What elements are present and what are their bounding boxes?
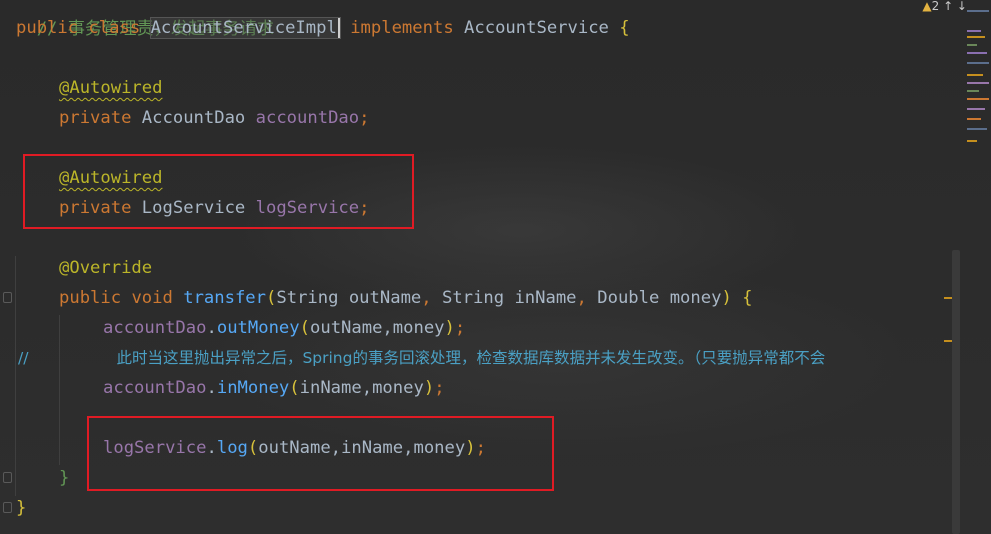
indent-guide bbox=[15, 256, 16, 496]
warning-icon: ▲ bbox=[922, 0, 932, 13]
indent-guide bbox=[59, 315, 60, 465]
fold-icon[interactable] bbox=[3, 502, 12, 513]
keyword: implements bbox=[350, 18, 454, 38]
navigate-arrows[interactable]: ↑ ↓ bbox=[943, 0, 967, 13]
keyword: class bbox=[88, 18, 141, 38]
highlight-box-logservice-field bbox=[23, 154, 414, 229]
stripe-mark bbox=[967, 118, 981, 120]
interface-name: AccountService bbox=[464, 18, 609, 38]
semicolon: ; bbox=[359, 108, 370, 128]
code-line-method-decl[interactable]: public void transfer(String outName, Str… bbox=[59, 283, 753, 313]
code-line-field-accountdao[interactable]: private AccountDao accountDao; bbox=[59, 103, 369, 133]
highlight-box-log-call bbox=[87, 416, 554, 491]
param-name: outName bbox=[348, 288, 422, 308]
editor-scrollbar[interactable] bbox=[952, 250, 960, 534]
stripe-mark bbox=[967, 30, 981, 32]
code-line-comment[interactable]: // 此时当这里抛出异常之后，Spring的事务回滚处理，检查数据库数据并未发生改… bbox=[18, 343, 963, 373]
keyword: public bbox=[59, 288, 122, 308]
fold-icon[interactable] bbox=[3, 292, 12, 303]
code-line-autowired-1[interactable]: @Autowired bbox=[59, 73, 162, 103]
code-line-override[interactable]: @Override bbox=[59, 253, 152, 283]
keyword: private bbox=[59, 108, 132, 128]
brace: } bbox=[59, 468, 70, 488]
stripe-mark bbox=[967, 74, 983, 76]
paren: ) bbox=[721, 288, 732, 308]
stripe-mark bbox=[967, 128, 987, 130]
stripe-mark bbox=[967, 90, 979, 92]
stripe-mark bbox=[967, 108, 985, 110]
stripe-mark bbox=[967, 36, 985, 38]
type-name: AccountDao bbox=[141, 108, 246, 128]
code-line-outmoney[interactable]: accountDao.outMoney(outName,money); bbox=[103, 313, 465, 343]
stripe-mark bbox=[967, 140, 977, 142]
call-args: outName,money bbox=[310, 318, 445, 338]
param-type: String bbox=[441, 288, 505, 308]
stripe-mark bbox=[967, 10, 989, 12]
field-ref: accountDao bbox=[103, 378, 207, 398]
class-name[interactable]: AccountServiceImpl bbox=[149, 17, 341, 39]
comment-prefix: // bbox=[18, 349, 29, 367]
brace: } bbox=[16, 498, 27, 518]
annotation: @Override bbox=[59, 258, 153, 278]
method-call: outMoney bbox=[216, 318, 300, 338]
stripe-mark bbox=[967, 82, 989, 84]
inspection-widget[interactable]: ▲2 ↑ ↓ bbox=[922, 0, 967, 14]
param-type: Double bbox=[597, 288, 660, 308]
call-args: inName,money bbox=[299, 378, 424, 398]
class-name-text: AccountServiceImpl bbox=[150, 18, 337, 38]
method-name: transfer bbox=[183, 288, 267, 308]
text-caret bbox=[337, 18, 340, 38]
code-line-comment-top[interactable]: // 事务管理责，发起事务请求 bbox=[16, 0, 274, 39]
brace: { bbox=[619, 18, 630, 38]
code-line-close-method[interactable]: } bbox=[59, 463, 69, 493]
stripe-mark bbox=[967, 44, 977, 46]
code-line-class-decl[interactable]: public class AccountServiceImpl implemen… bbox=[16, 13, 630, 43]
paren: ( bbox=[266, 288, 277, 308]
code-line-inmoney[interactable]: accountDao.inMoney(inName,money); bbox=[103, 373, 445, 403]
annotation: @Autowired bbox=[59, 78, 163, 98]
field-name: accountDao bbox=[255, 108, 360, 128]
param-type: String bbox=[276, 288, 339, 308]
brace: { bbox=[742, 288, 753, 308]
editor-gutter bbox=[0, 0, 14, 534]
method-call: inMoney bbox=[216, 378, 290, 398]
fold-icon[interactable] bbox=[3, 472, 12, 483]
warnings-count: 2 bbox=[931, 0, 940, 13]
stripe-mark bbox=[967, 62, 989, 64]
stripe-mark bbox=[967, 98, 989, 100]
comment-text: 此时当这里抛出异常之后，Spring的事务回滚处理，检查数据库数据并未发生改变。… bbox=[116, 349, 826, 367]
code-line-close-class[interactable]: } bbox=[16, 493, 26, 523]
keyword: public bbox=[16, 18, 79, 38]
param-name: inName bbox=[514, 288, 577, 308]
stripe-mark bbox=[967, 52, 987, 54]
keyword: void bbox=[131, 288, 173, 308]
error-stripe[interactable] bbox=[965, 0, 991, 534]
param-name: money bbox=[669, 288, 722, 308]
field-ref: accountDao bbox=[103, 318, 207, 338]
